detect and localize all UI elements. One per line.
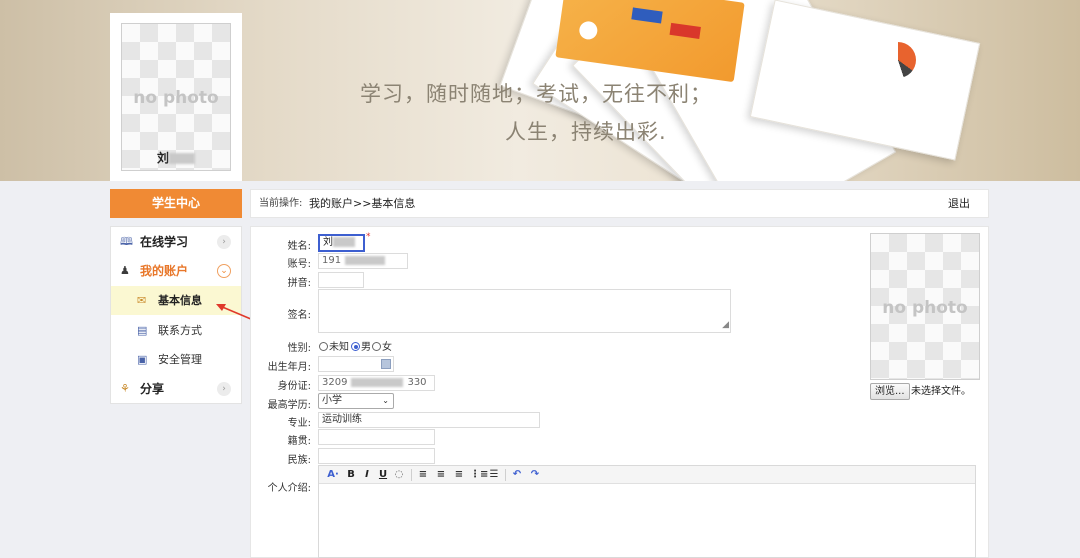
redacted-account [345,255,386,265]
gender-radio-female[interactable]: 女 [372,338,392,353]
photo-placeholder-text: no photo [882,298,968,318]
underline-icon[interactable]: U [377,468,389,482]
banner-pie-graphic [880,42,916,78]
name-value: 刘 [323,237,333,248]
align-left-icon[interactable]: ≡ [417,468,429,482]
file-status-text: 未选择文件。 [911,386,971,397]
gender-option-label: 女 [382,342,392,353]
gender-option-label: 未知 [329,342,349,353]
required-mark: * [366,232,371,242]
user-icon: ♟ [120,264,130,277]
gender-radio-male[interactable]: 男 [351,338,371,353]
unordered-list-icon[interactable]: ☰ [488,468,500,482]
editor-toolbar: A· B I U ◌ ≡ ≡ ≡ ⋮≡ ☰ ↶ ↷ [319,466,975,484]
chevron-down-icon: ⌄ [382,396,389,405]
sidebar-subitem-security[interactable]: ▣ 安全管理 [111,345,241,374]
birth-date-input[interactable] [318,356,394,372]
sidebar-subitem-label: 安全管理 [158,353,202,366]
pinyin-input[interactable] [318,272,364,288]
security-icon: ▣ [137,353,148,366]
profile-photo: no photo [870,233,980,380]
major-input[interactable]: 运动训练 [318,412,540,428]
clear-format-icon[interactable]: ◌ [393,468,405,482]
birth-label: 出生年月: [267,362,311,373]
undo-icon[interactable]: ↶ [511,468,523,482]
avatar-card: no photo 刘 [110,13,242,181]
id-card-input[interactable]: 3209 330 [318,375,435,391]
sidebar-item-label: 在线学习 [140,235,189,249]
bold-icon[interactable]: B [345,468,357,482]
share-icon: ⚘ [120,382,130,395]
calendar-icon[interactable] [381,359,391,369]
sidebar-item-label: 分享 [140,382,165,396]
signature-textarea[interactable]: ◢ [318,289,731,333]
sidebar-header: 学生中心 [110,189,242,218]
browse-file-button[interactable]: 浏览... [870,383,910,400]
ethnicity-label: 民族: [287,455,311,466]
name-label: 姓名: [287,241,311,252]
chevron-right-icon[interactable]: › [217,235,231,249]
logout-link[interactable]: 退出 [948,190,970,218]
gender-radio-unknown[interactable]: 未知 [319,338,349,353]
major-label: 专业: [287,418,311,429]
user-name: 刘 [156,151,169,165]
gender-option-label: 男 [361,342,371,353]
native-place-label: 籍贯: [287,436,311,447]
pinyin-label: 拼音: [287,278,311,289]
avatar-name: 刘 [110,149,242,166]
sidebar-item-online-learning[interactable]: 🕮 在线学习 › [111,228,241,256]
italic-icon[interactable]: I [361,468,373,482]
font-color-icon[interactable]: A· [325,468,341,482]
banner-slogan-line2: 人生，持续出彩. [505,120,667,144]
banner-slogan-line1: 学习，随时随地；考试，无往不利； [360,82,712,106]
sidebar-subitem-label: 基本信息 [158,294,202,307]
breadcrumb-path: 我的账户>>基本信息 [309,197,416,210]
contact-card-icon: ▤ [137,324,148,337]
id-card-value-start: 3209 [322,377,348,388]
redacted-name [333,237,355,247]
major-value: 运动训练 [322,414,362,425]
name-input[interactable]: 刘 [318,234,365,252]
account-label: 账号: [287,259,311,270]
education-selected-value: 小学 [322,395,342,406]
breadcrumb-prefix: 当前操作: [259,198,303,209]
avatar-placeholder-text: no photo [133,88,219,108]
chevron-down-icon[interactable]: ⌄ [217,264,231,278]
chevron-right-icon[interactable]: › [217,382,231,396]
gender-label: 性别: [287,343,311,354]
sidebar-subitem-label: 联系方式 [158,324,202,337]
toolbar-separator [505,469,506,481]
redacted-name [169,153,195,164]
toolbar-separator [411,469,412,481]
account-value: 191 [322,255,342,266]
ethnicity-input[interactable] [318,448,435,464]
ordered-list-icon[interactable]: ⋮≡ [470,468,488,482]
redacted-id [351,377,404,387]
id-card-value-end: 330 [407,377,427,388]
align-center-icon[interactable]: ≡ [435,468,447,482]
intro-label: 个人介绍: [267,483,311,494]
redo-icon[interactable]: ↷ [529,468,541,482]
book-icon: 🕮 [120,235,133,248]
sidebar-item-label: 我的账户 [140,264,189,278]
sidebar-item-share[interactable]: ⚘ 分享 › [111,375,241,403]
intro-rich-text-editor[interactable]: A· B I U ◌ ≡ ≡ ≡ ⋮≡ ☰ ↶ ↷ [318,465,976,558]
native-place-input[interactable] [318,429,435,445]
id-card-label: 身份证: [277,381,311,392]
align-right-icon[interactable]: ≡ [453,468,465,482]
resize-handle-icon[interactable]: ◢ [722,318,729,332]
signature-label: 签名: [287,310,311,321]
account-input[interactable]: 191 [318,253,408,269]
sidebar-item-my-account[interactable]: ♟ 我的账户 ⌄ [111,257,241,285]
education-label: 最高学历: [267,400,311,411]
education-select[interactable]: 小学 ⌄ [318,393,394,409]
breadcrumb: 当前操作: 我的账户>>基本信息 退出 [250,189,989,218]
profile-card-icon: ✉ [137,294,147,307]
